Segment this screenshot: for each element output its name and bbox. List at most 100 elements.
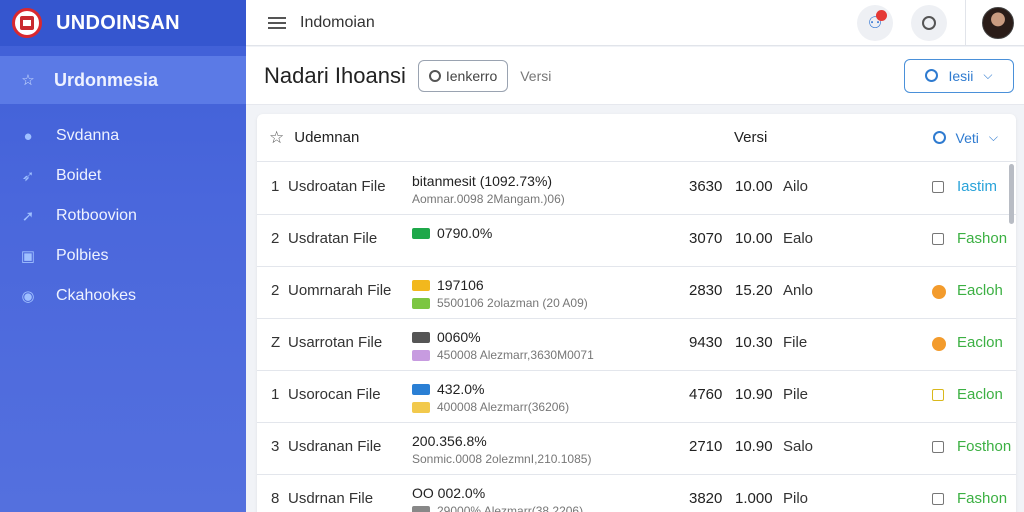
row-value-2: 10.90 [735,386,773,403]
row-main-info: 197106 [412,277,484,293]
row-action-icon[interactable] [932,389,944,401]
row-value-2: 1.000 [735,490,773,507]
sidebar: UNDOINSAN ☆ Urdonmesia ● Svdanna ➶ Boide… [0,0,246,512]
row-main-text: 0790.0% [437,225,493,241]
table-header: ☆ Udemnan Versi Veti ⌵ [257,114,1016,162]
search-chip[interactable]: Ienkerro [417,59,509,92]
row-action-icon[interactable] [932,285,946,299]
table-row[interactable]: 1 Usdroatan File bitanmesit (1092.73%) Aomn… [257,163,1016,215]
sidebar-item-svdanna[interactable]: ● Svdanna [0,116,246,156]
sidebar-item-ckahookes[interactable]: ◉ Ckahookes [0,276,246,316]
row-status-link[interactable]: Fosthon [957,438,1011,455]
row-value-2: 10.30 [735,334,773,351]
row-number: 2 [271,230,280,247]
row-status-link[interactable]: Eaclon [957,334,1003,351]
row-type: Anlo [783,282,814,299]
row-sub-text: 5500106 2olazman (20 A09) [437,296,588,310]
tag-icon [412,401,430,413]
tag-icon [412,297,430,309]
column-header-name[interactable]: Udemnan [294,129,359,146]
row-sub-info: 5500106 2olazman (20 A09) [412,296,588,310]
file-name: Usarrotan File [288,334,383,351]
tag-icon [412,227,430,239]
notification-badge [876,9,887,21]
tag-icon [412,279,430,291]
row-sub-text: Aomnar.0098 2Mangam.)06) [412,192,565,206]
divider [965,0,966,46]
chip-label: Ienkerro [445,67,498,84]
table-row[interactable]: Z Usarrotan File 0060% 450008 Alezmarr,3630… [257,319,1016,371]
row-status-link[interactable]: Eacloh [957,282,1003,299]
row-sub-text: 29000% Alezmarr(38.2206) [437,504,584,512]
sidebar-item-active[interactable]: ☆ Urdonmesia [0,56,246,104]
tag-icon [412,505,430,512]
row-status-link[interactable]: Fashon [957,230,1007,247]
sidebar-item-label: Svdanna [56,127,120,144]
row-type: Ailo [783,178,809,195]
row-value-1: 3070 [689,230,723,247]
page-title: Nadari Ihoansi [264,62,406,88]
scrollbar[interactable] [1009,164,1014,224]
table-row[interactable]: 8 Usdrnan File OO 002.0% 29000% Alezmarr(38… [257,475,1016,512]
row-sub-info: 400008 Alezmarr(36206) [412,400,569,414]
row-type: Pilo [783,490,809,507]
chat-bubble-icon: ● [23,127,33,145]
table-row[interactable]: 1 Usorocan File 432.0% 400008 Alezmarr(3620… [257,371,1016,423]
search-button[interactable] [911,4,947,41]
column-header-versi[interactable]: Versi [734,129,767,146]
table-row[interactable]: 2 Usdratan File 0790.0% 3070 10.00 Ealo Fashon [257,215,1016,267]
row-main-text: bitanmesit (1092.73%) [412,173,553,189]
tag-icon [412,349,430,361]
row-type: Salo [783,438,814,455]
file-name: Uomrnarah File [288,282,392,299]
file-name: Usorocan File [288,386,381,403]
briefcase-icon: ▣ [20,248,36,265]
row-status-link[interactable]: Fashon [957,490,1007,507]
versi-label: Versi [520,67,552,84]
tag-icon [412,383,430,395]
row-action-icon[interactable] [932,441,944,453]
comment-icon: ◉ [21,288,35,305]
row-number: 8 [271,490,280,507]
brand-name: UNDOINSAN [56,11,180,34]
row-sub-info: Aomnar.0098 2Mangam.)06) [412,192,565,206]
sidebar-item-rotboovion[interactable]: ➚ Rotboovion [0,196,246,236]
file-name: Usdroatan File [288,178,386,195]
row-action-icon[interactable] [932,233,944,245]
row-action-icon[interactable] [932,493,944,505]
row-main-info: 432.0% [412,381,484,397]
row-main-text: 200.356.8% [412,433,487,449]
row-number: 3 [271,438,280,455]
row-main-text: 432.0% [437,381,485,397]
table-row[interactable]: 3 Usdranan File 200.356.8% Sonmic.0008 2ole… [257,423,1016,475]
row-main-text: OO 002.0% [412,485,486,501]
row-value-2: 15.20 [735,282,773,299]
star-icon[interactable]: ☆ [269,128,284,148]
column-header-action-label: Veti [955,129,979,146]
row-status-link[interactable]: Eaclon [957,386,1003,403]
logo-icon [12,8,42,38]
filter-dropdown[interactable]: Iesii ⌵ [904,58,1014,93]
search-icon [922,15,936,30]
row-type: File [783,334,808,351]
avatar[interactable] [982,6,1014,39]
sidebar-item-polbies[interactable]: ▣ Polbies [0,236,246,276]
row-value-1: 4760 [689,386,723,403]
menu-icon[interactable] [268,16,286,29]
filter-dropdown-label: Iesii [948,67,974,84]
row-main-info: 0790.0% [412,225,492,241]
row-sub-info: 450008 Alezmarr,3630M0071 [412,348,594,362]
notifications-button[interactable]: ⚇ [857,4,893,41]
brand[interactable]: UNDOINSAN [0,0,246,46]
table-row[interactable]: 2 Uomrnarah File 197106 5500106 2olazman (2… [257,267,1016,319]
row-action-icon[interactable] [932,181,944,193]
sidebar-item-label: Ckahookes [56,287,137,304]
sidebar-item-boidet[interactable]: ➶ Boidet [0,156,246,196]
row-status-link[interactable]: Iastim [957,178,997,195]
file-name: Usdrnan File [288,490,374,507]
sidebar-item-label: Boidet [56,167,102,184]
row-action-icon[interactable] [932,337,946,351]
column-header-action[interactable]: Veti ⌵ [932,129,998,146]
top-bar: Indomoian ⚇ [246,0,1024,46]
row-sub-text: 450008 Alezmarr,3630M0071 [437,348,594,362]
